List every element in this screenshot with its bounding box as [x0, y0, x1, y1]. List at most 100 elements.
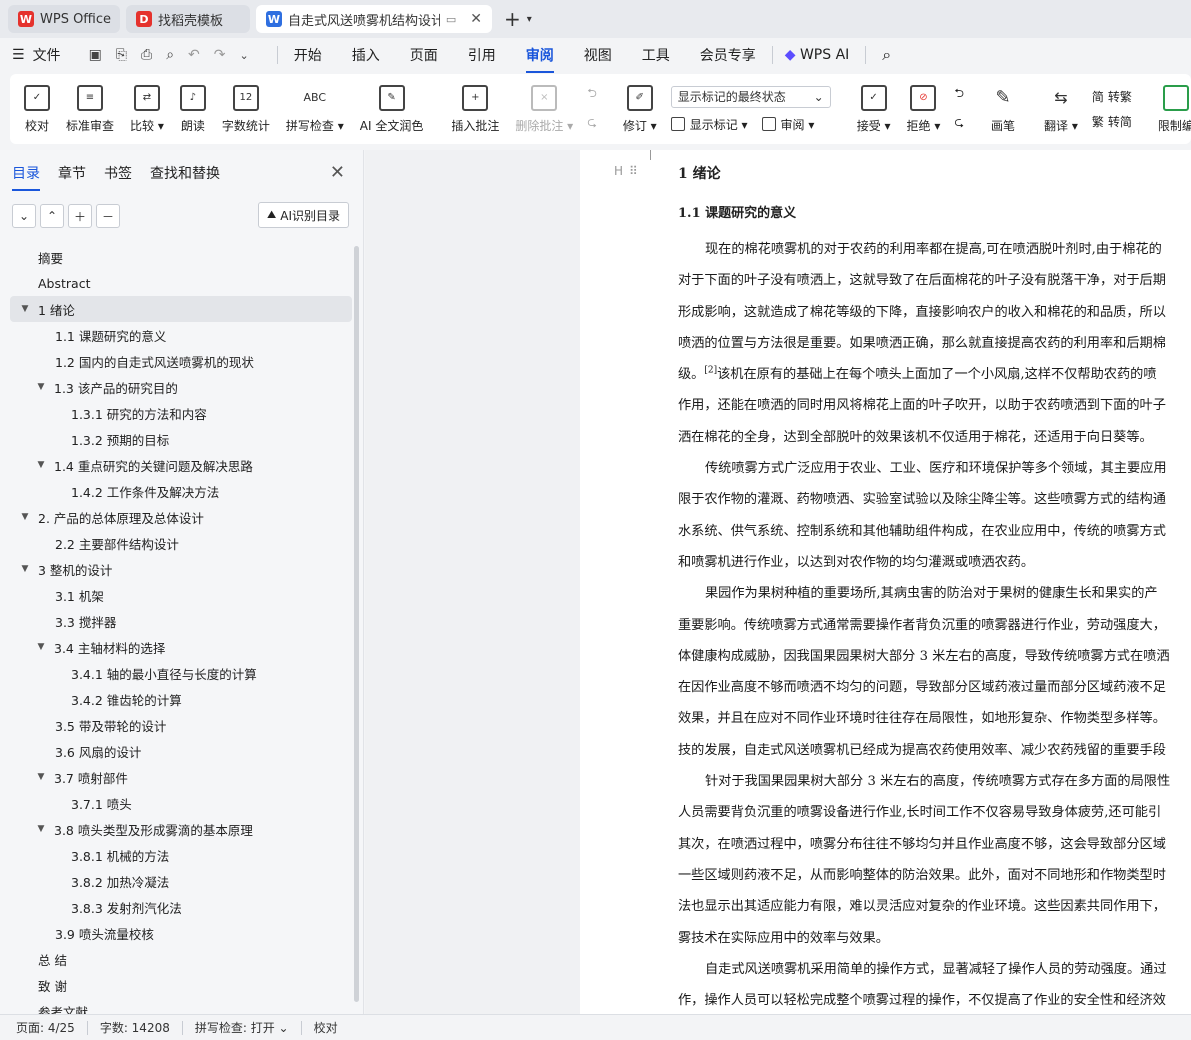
toc-item[interactable]: 1.1 课题研究的意义 — [10, 322, 352, 348]
toc-item[interactable]: ▼ 1.3 该产品的研究目的 — [10, 374, 352, 400]
word-count-button[interactable]: 12 字数统计 — [214, 74, 278, 144]
toc-item[interactable]: ▼ 1.4 重点研究的关键问题及解决思路 — [10, 452, 352, 478]
toc-item[interactable]: 3.7.1 喷头 — [10, 790, 352, 816]
review-pane-button[interactable]: 审阅 ▾ — [781, 116, 815, 133]
expand-arrow-icon[interactable]: ▼ — [34, 772, 48, 782]
chevron-down-icon[interactable]: ▾ — [527, 14, 532, 25]
toc-item[interactable]: 参考文献 — [10, 998, 352, 1015]
toc-item[interactable]: 3.6 风扇的设计 — [10, 738, 352, 764]
compare-button[interactable]: ⇄ 比较 ▾ — [122, 74, 172, 144]
toc-item[interactable]: 1.3.2 预期的目标 — [10, 426, 352, 452]
restrict-edit-button[interactable]: 限制编 — [1150, 74, 1191, 144]
close-icon[interactable]: ✕ — [330, 162, 345, 183]
toc-item[interactable]: ▼ 3.7 喷射部件 — [10, 764, 352, 790]
menu-wps-ai[interactable]: ◆ WPS AI — [785, 47, 850, 63]
to-simplified-button[interactable]: 繁转简 — [1092, 113, 1132, 130]
chevron-down-icon[interactable]: ⌄ — [12, 204, 36, 228]
expand-arrow-icon[interactable]: ▼ — [18, 512, 32, 522]
proof-status[interactable]: 校对 — [314, 1019, 338, 1036]
menu-references[interactable]: 引用 — [468, 45, 496, 65]
file-menu[interactable]: ☰ 文件 — [12, 45, 61, 65]
drag-handle-icon[interactable]: ⠿ — [629, 164, 638, 178]
expand-arrow-icon[interactable]: ▼ — [34, 824, 48, 834]
scrollbar[interactable] — [354, 246, 359, 1002]
tab-chapters[interactable]: 章节 — [58, 163, 86, 183]
tab-find-replace[interactable]: 查找和替换 — [150, 163, 220, 183]
menu-home[interactable]: 开始 — [294, 45, 322, 65]
proof-button[interactable]: ✓ 校对 — [16, 74, 58, 144]
save-icon[interactable]: ▣ — [89, 47, 102, 63]
toc-item[interactable]: 3.8.1 机械的方法 — [10, 842, 352, 868]
next-comment-icon[interactable]: ⮎ — [587, 113, 597, 134]
menu-view[interactable]: 视图 — [584, 45, 612, 65]
tab-document[interactable]: W 自走式风送喷雾机结构设计 论 ▭ ✕ — [256, 5, 492, 33]
toc-item[interactable]: 1.4.2 工作条件及解决方法 — [10, 478, 352, 504]
toc-item[interactable]: 3.4.1 轴的最小直径与长度的计算 — [10, 660, 352, 686]
menu-review[interactable]: 审阅 — [525, 45, 554, 73]
toc-item[interactable]: ▼ 3.8 喷头类型及形成雾滴的基本原理 — [10, 816, 352, 842]
citation-superscript[interactable]: [2] — [704, 366, 717, 376]
expand-arrow-icon[interactable]: ▼ — [18, 564, 32, 574]
toc-item[interactable]: 3.1 机架 — [10, 582, 352, 608]
toc-item[interactable]: 3.5 带及带轮的设计 — [10, 712, 352, 738]
print-preview-icon[interactable]: ⌕ — [166, 47, 174, 63]
tab-template[interactable]: D 找稻壳模板 — [126, 5, 250, 33]
chevron-up-icon[interactable]: ⌃ — [40, 204, 64, 228]
monitor-icon[interactable]: ▭ — [446, 13, 456, 26]
toc-item[interactable]: ▼ 3 整机的设计 — [10, 556, 352, 582]
std-review-button[interactable]: ≡ 标准审查 — [58, 74, 122, 144]
tab-toc[interactable]: 目录 — [12, 163, 40, 191]
toc-item[interactable]: ▼ 1 绪论 — [10, 296, 352, 322]
toc-item[interactable]: 摘要 — [10, 244, 352, 270]
toc-item[interactable]: 1.2 国内的自走式风送喷雾机的现状 — [10, 348, 352, 374]
chevron-down-icon[interactable]: ⌄ — [240, 49, 249, 62]
plus-icon[interactable]: ＋ — [68, 204, 92, 228]
redo-icon[interactable]: ↷ — [214, 47, 226, 63]
ai-toc-button[interactable]: ⛰ AI识别目录 — [258, 202, 349, 228]
expand-arrow-icon[interactable]: ▼ — [34, 642, 48, 652]
export-icon[interactable]: ⎘ — [116, 47, 127, 63]
tab-wps-office[interactable]: W WPS Office — [8, 5, 120, 33]
toc-item[interactable]: Abstract — [10, 270, 352, 296]
tab-bookmarks[interactable]: 书签 — [104, 163, 132, 183]
toc-item[interactable]: 3.9 喷头流量校核 — [10, 920, 352, 946]
insert-comment-button[interactable]: + 插入批注 — [443, 74, 507, 144]
new-tab-icon[interactable]: + — [504, 7, 521, 31]
expand-arrow-icon[interactable]: ▼ — [34, 460, 48, 470]
toc-item[interactable]: 1.3.1 研究的方法和内容 — [10, 400, 352, 426]
show-markup-button[interactable]: 显示标记 ▾ — [690, 116, 748, 133]
toc-item[interactable]: 2.2 主要部件结构设计 — [10, 530, 352, 556]
toc-item[interactable]: ▼ 3.4 主轴材料的选择 — [10, 634, 352, 660]
menu-member[interactable]: 会员专享 — [700, 45, 756, 65]
menu-page[interactable]: 页面 — [410, 45, 438, 65]
delete-comment-button[interactable]: × 删除批注 ▾ — [507, 74, 581, 144]
minus-icon[interactable]: － — [96, 204, 120, 228]
page-indicator[interactable]: 页面: 4/25 — [16, 1019, 75, 1036]
document-page[interactable]: H ⠿ 1 绪论 1.1 课题研究的意义 现在的棉花喷雾机的对于农药的利用率都在提… — [580, 150, 1191, 1014]
spell-check-status[interactable]: 拼写检查: 打开 ⌄ — [195, 1019, 289, 1036]
track-changes-button[interactable]: ✐ 修订 ▾ — [615, 74, 665, 144]
to-traditional-button[interactable]: 简转繁 — [1092, 88, 1132, 105]
search-icon[interactable]: ⌕ — [882, 45, 891, 65]
reject-button[interactable]: ⊘ 拒绝 ▾ — [899, 74, 949, 144]
toc-item[interactable]: 致 谢 — [10, 972, 352, 998]
toc-item[interactable]: 3.8.2 加热冷凝法 — [10, 868, 352, 894]
prev-comment-icon[interactable]: ⮌ — [587, 84, 597, 105]
expand-arrow-icon[interactable]: ▼ — [34, 382, 48, 392]
prev-change-icon[interactable]: ⮌ — [954, 84, 964, 105]
toc-item[interactable]: 3.4.2 锥齿轮的计算 — [10, 686, 352, 712]
accept-button[interactable]: ✓ 接受 ▾ — [849, 74, 899, 144]
pen-button[interactable]: ✎ 画笔 — [982, 74, 1024, 144]
markup-select[interactable]: 显示标记的最终状态 ⌄ — [670, 85, 831, 108]
undo-icon[interactable]: ↶ — [188, 47, 200, 63]
expand-arrow-icon[interactable]: ▼ — [18, 304, 32, 314]
print-icon[interactable]: ⎙ — [141, 47, 152, 63]
read-aloud-button[interactable]: ♪ 朗读 — [172, 74, 214, 144]
translate-button[interactable]: ⇆ 翻译 ▾ — [1036, 74, 1086, 144]
toc-item[interactable]: 总 结 — [10, 946, 352, 972]
toc-item[interactable]: 3.8.3 发射剂汽化法 — [10, 894, 352, 920]
toc-item[interactable]: 3.3 搅拌器 — [10, 608, 352, 634]
spell-check-button[interactable]: ABC 拼写检查 ▾ — [278, 74, 352, 144]
menu-tools[interactable]: 工具 — [642, 45, 670, 65]
close-icon[interactable]: ✕ — [470, 11, 482, 27]
